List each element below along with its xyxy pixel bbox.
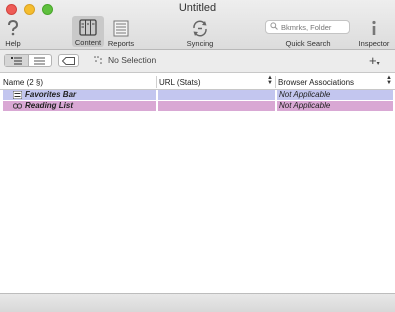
tag-icon: [62, 56, 75, 65]
question-mark-icon: [7, 19, 19, 37]
plus-icon: +: [369, 53, 377, 68]
dropdown-arrow-icon: ▾: [376, 61, 380, 67]
view-options-bar: No Selection + ▾: [0, 50, 395, 73]
list-icon: [34, 57, 46, 64]
sort-arrows-icon[interactable]: ▲ ▼: [386, 75, 392, 86]
columns-icon: [79, 18, 97, 36]
reports-icon: [112, 19, 130, 37]
view-mode-toggle: [4, 54, 52, 67]
url-cell[interactable]: [158, 90, 275, 100]
row-name: Reading List: [25, 101, 74, 110]
quick-search-input[interactable]: [281, 22, 349, 32]
syncing-label: Syncing: [186, 39, 214, 48]
selection-text: No Selection: [108, 55, 157, 65]
column-header-url[interactable]: URL (Stats): [159, 78, 201, 89]
help-button[interactable]: Help: [2, 16, 24, 48]
inspector-label: Inspector: [358, 39, 390, 48]
table-row[interactable]: Favorites Bar Not Applicable: [0, 90, 395, 101]
row-name: Favorites Bar: [25, 90, 77, 99]
column-divider[interactable]: [156, 76, 157, 88]
window-bottom-bar: [0, 293, 395, 312]
content-button[interactable]: Content: [72, 16, 104, 47]
list-view-button[interactable]: [29, 55, 52, 66]
sync-icon: [191, 19, 209, 37]
content-label: Content: [74, 38, 102, 47]
column-header-associations[interactable]: Browser Associations: [278, 78, 354, 89]
sort-arrows-icon[interactable]: ▲ ▼: [267, 75, 273, 86]
window-title: Untitled: [178, 2, 217, 14]
selection-status: No Selection: [94, 55, 156, 65]
quick-search-label: Quick Search: [285, 39, 331, 48]
reports-button[interactable]: Reports: [106, 16, 136, 48]
reading-list-icon: [13, 103, 22, 109]
add-item-button[interactable]: + ▾: [369, 53, 380, 68]
tag-button[interactable]: [58, 54, 79, 67]
syncing-button[interactable]: Syncing: [184, 16, 216, 48]
name-cell[interactable]: Favorites Bar: [3, 90, 156, 100]
associations-cell[interactable]: Not Applicable: [277, 101, 393, 111]
bookmarks-bar-icon: [13, 91, 22, 99]
help-label: Help: [5, 39, 21, 48]
search-icon: [270, 22, 278, 32]
outline-list-icon: [10, 56, 22, 64]
column-header-name[interactable]: Name (2 §): [3, 78, 43, 89]
quick-search-field[interactable]: [265, 20, 350, 34]
associations-cell[interactable]: Not Applicable: [277, 90, 393, 100]
column-divider[interactable]: [275, 76, 276, 88]
outline-view-button[interactable]: [5, 55, 29, 66]
url-cell[interactable]: [158, 101, 275, 111]
dotted-selection-icon: [94, 55, 102, 64]
table-row[interactable]: Reading List Not Applicable: [0, 101, 395, 112]
table-header: Name (2 §) URL (Stats) ▲ ▼ Browser Associ…: [0, 75, 395, 90]
name-cell[interactable]: Reading List: [3, 101, 156, 111]
window-toolbar: Untitled Help Content Reports Syncing Qu…: [0, 0, 395, 50]
bookmark-table: Favorites Bar Not Applicable Reading Lis…: [0, 90, 395, 112]
inspector-button[interactable]: Inspector: [356, 16, 392, 48]
reports-label: Reports: [107, 39, 135, 48]
info-icon: [370, 19, 378, 37]
